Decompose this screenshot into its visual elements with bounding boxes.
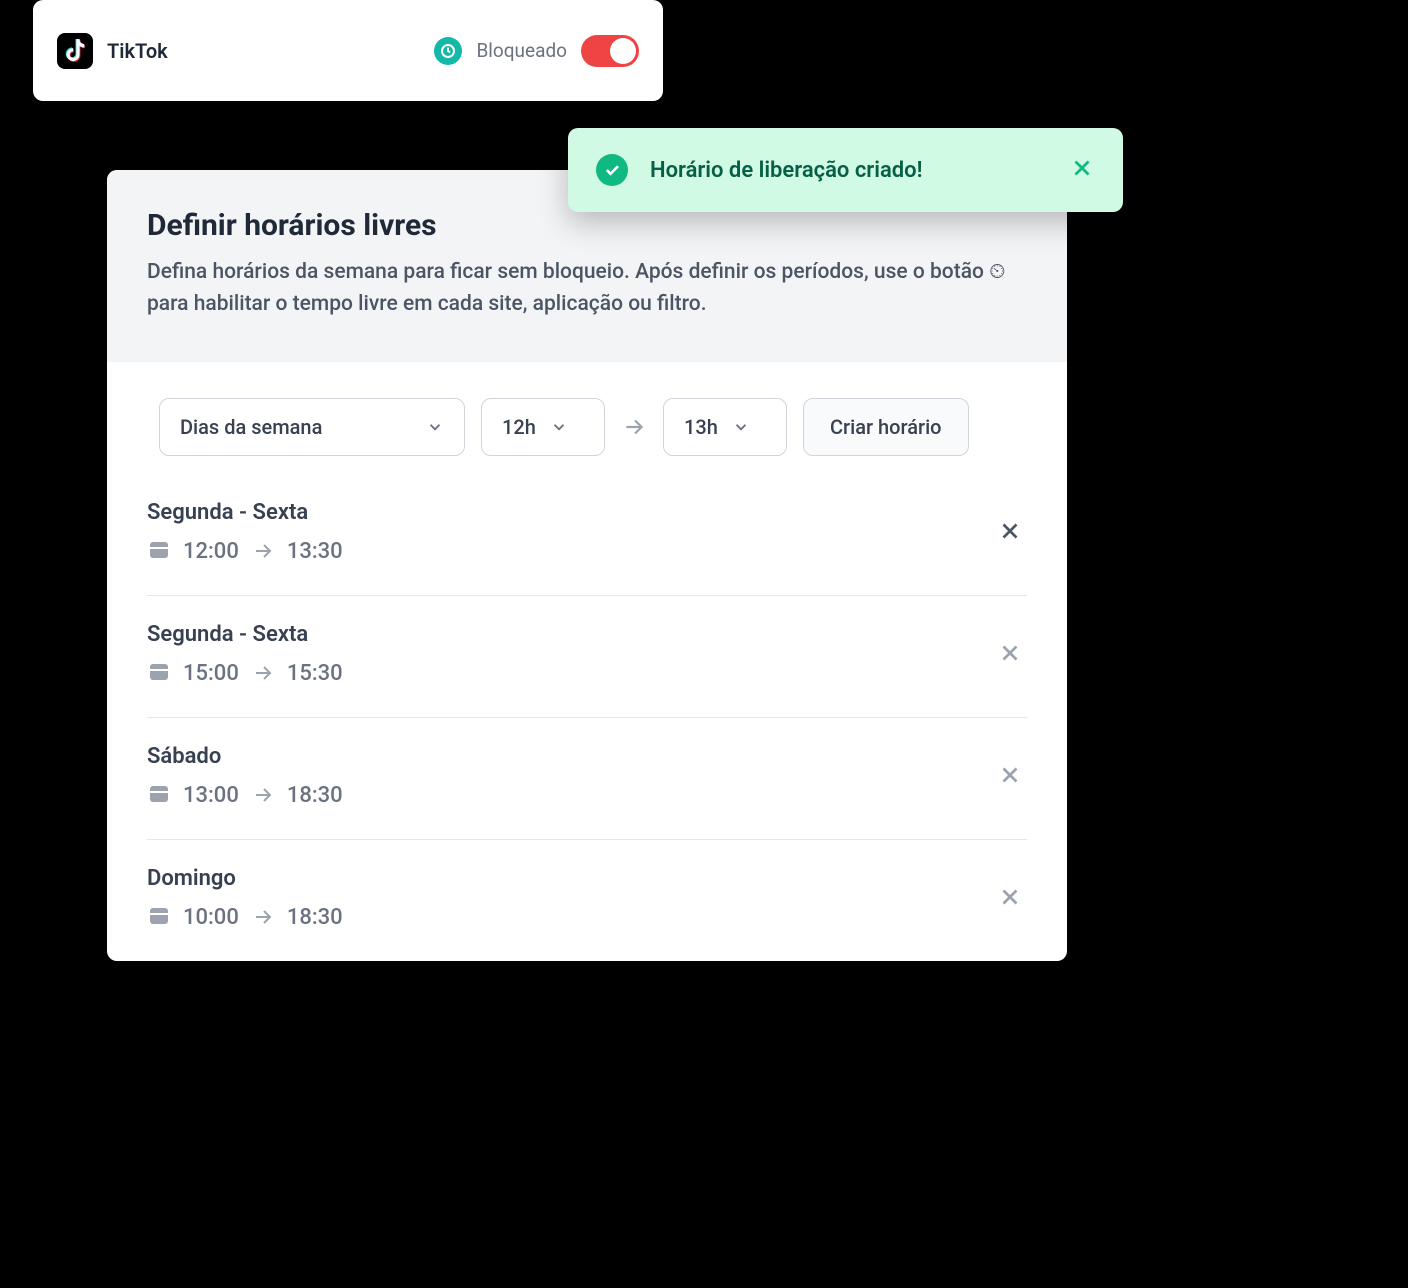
schedule-days-label: Domingo: [147, 866, 343, 891]
delete-schedule-button[interactable]: [993, 514, 1027, 552]
schedule-to-time: 18:30: [287, 905, 343, 930]
toast-close-button[interactable]: [1069, 155, 1095, 185]
app-name: TikTok: [107, 39, 168, 63]
to-hour-select[interactable]: 13h: [663, 398, 787, 456]
schedule-days-label: Sábado: [147, 744, 343, 769]
panel-title: Definir horários livres: [147, 208, 1027, 243]
schedule-item: Segunda - Sexta 15:00 15:30: [147, 596, 1027, 718]
chevron-down-icon: [550, 418, 568, 436]
tiktok-icon: [57, 33, 93, 69]
calendar-icon: [147, 537, 171, 565]
arrow-right-icon: [621, 414, 647, 440]
schedule-panel: Definir horários livres Defina horários …: [107, 170, 1067, 961]
calendar-icon: [147, 659, 171, 687]
arrow-right-icon: [251, 661, 275, 685]
block-toggle[interactable]: [581, 35, 639, 67]
schedule-item: Sábado 13:00 18:30: [147, 718, 1027, 840]
schedule-from-time: 15:00: [183, 661, 239, 686]
blocked-status-label: Bloqueado: [476, 39, 567, 62]
check-circle-icon: [596, 154, 628, 186]
app-blocked-card: TikTok Bloqueado: [33, 0, 663, 101]
arrow-right-icon: [251, 783, 275, 807]
schedule-list: Segunda - Sexta 12:00 13:30: [107, 500, 1067, 961]
schedule-controls: Dias da semana 12h 13h Criar horário: [107, 362, 1067, 500]
days-select-label: Dias da semana: [180, 415, 322, 439]
schedule-from-time: 13:00: [183, 783, 239, 808]
success-toast: Horário de liberação criado!: [568, 128, 1123, 212]
days-select[interactable]: Dias da semana: [159, 398, 465, 456]
from-hour-select[interactable]: 12h: [481, 398, 605, 456]
schedule-to-time: 15:30: [287, 661, 343, 686]
schedule-to-time: 13:30: [287, 539, 343, 564]
to-hour-label: 13h: [684, 415, 718, 439]
schedule-days-label: Segunda - Sexta: [147, 500, 343, 525]
schedule-to-time: 18:30: [287, 783, 343, 808]
schedule-item: Segunda - Sexta 12:00 13:30: [147, 500, 1027, 596]
schedule-days-label: Segunda - Sexta: [147, 622, 343, 647]
create-schedule-button[interactable]: Criar horário: [803, 398, 969, 456]
clock-icon[interactable]: [434, 37, 462, 65]
schedule-from-time: 12:00: [183, 539, 239, 564]
chevron-down-icon: [426, 418, 444, 436]
calendar-icon: [147, 781, 171, 809]
panel-description: Defina horários da semana para ficar sem…: [147, 257, 1027, 320]
toast-message: Horário de liberação criado!: [650, 158, 922, 183]
delete-schedule-button[interactable]: [993, 758, 1027, 796]
schedule-item: Domingo 10:00 18:30: [147, 840, 1027, 961]
chevron-down-icon: [732, 418, 750, 436]
arrow-right-icon: [251, 905, 275, 929]
arrow-right-icon: [251, 539, 275, 563]
schedule-from-time: 10:00: [183, 905, 239, 930]
calendar-icon: [147, 903, 171, 931]
from-hour-label: 12h: [502, 415, 536, 439]
delete-schedule-button[interactable]: [993, 636, 1027, 674]
delete-schedule-button[interactable]: [993, 880, 1027, 918]
